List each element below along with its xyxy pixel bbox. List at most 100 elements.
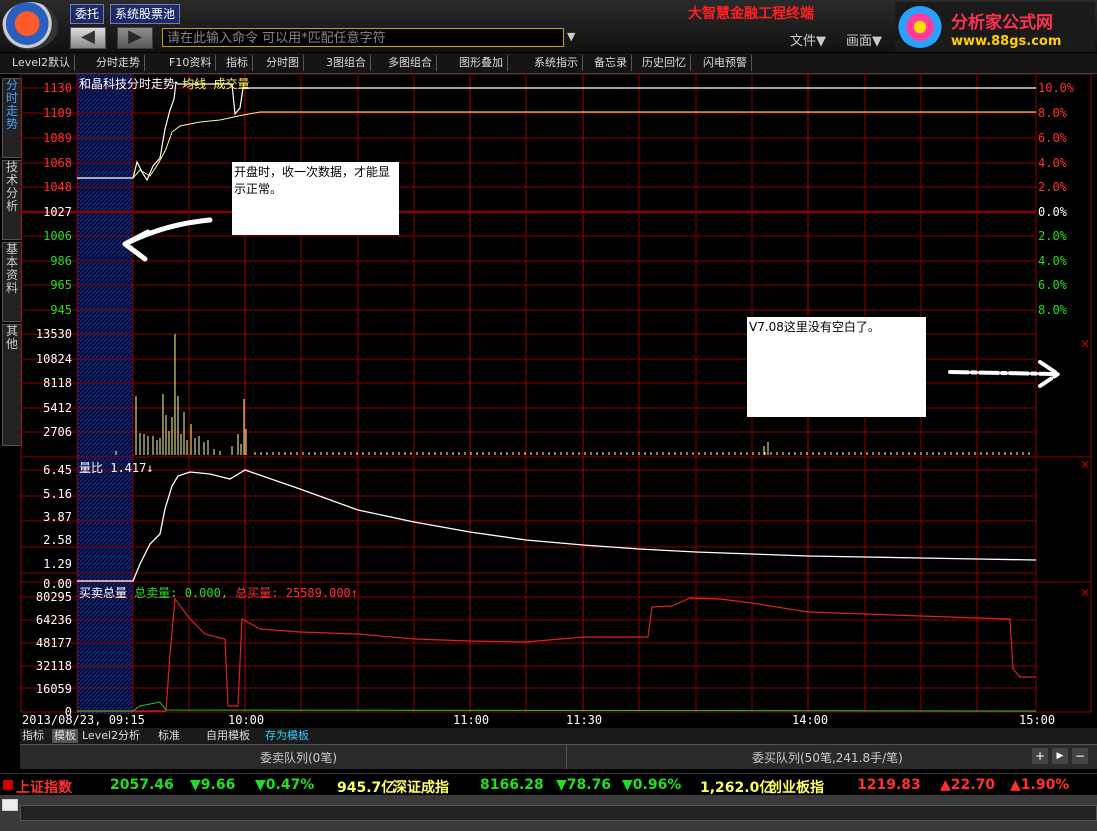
btab-save-template[interactable]: 存为模板 <box>265 729 309 743</box>
price-tick: 965 <box>50 278 72 292</box>
price-tick: 1068 <box>43 156 72 170</box>
avg-label: 均线 <box>182 77 207 91</box>
tb-timeshare[interactable]: 分时走势 <box>92 55 145 71</box>
percent-tick: 10.0% <box>1038 81 1075 95</box>
price-tick: 1006 <box>43 229 72 243</box>
price-tick: 1048 <box>43 180 72 194</box>
price-tick: 1027 <box>43 205 72 219</box>
ratio-close-icon[interactable]: ✕ <box>1080 458 1090 472</box>
tb-3-chart[interactable]: 3图组合 <box>322 55 371 71</box>
vol-label: 成交量 <box>213 77 250 91</box>
percent-tick: 6.0% <box>1038 131 1067 145</box>
tb-f10[interactable]: F10资料 <box>165 55 217 71</box>
btab-standard[interactable]: 标准 <box>158 729 180 743</box>
price-tick: 986 <box>50 254 72 268</box>
percent-tick: 2.0% <box>1038 229 1067 243</box>
price-panel-title: 和晶科技分时走势 均线 成交量 <box>79 75 250 92</box>
screen-menu[interactable]: 画面▼ <box>846 30 882 49</box>
ratio-tick: 0.00 <box>43 577 72 591</box>
cy-index-value: 1219.83 <box>857 777 921 793</box>
command-dropdown-icon[interactable]: ▼ <box>567 30 575 43</box>
minus-icon[interactable]: − <box>1072 748 1088 764</box>
mail-icon[interactable] <box>2 799 18 811</box>
sh-index-name[interactable]: 上证指数 <box>16 777 72 797</box>
plus-icon[interactable]: + <box>1032 748 1048 764</box>
buysell-panel-title: 买卖总量 总卖量: 0.000, 总买量: 25589.000↑ <box>79 584 358 601</box>
percent-tick: 2.0% <box>1038 180 1067 194</box>
total-sell-line <box>77 701 1037 712</box>
ad-title: 分析家公式网 <box>951 13 1053 33</box>
message-strip <box>20 805 1097 821</box>
tb-flash-alert[interactable]: 闪电预警 <box>699 55 752 71</box>
percent-tick: 8.0% <box>1038 106 1067 120</box>
tb-indicator[interactable]: 指标 <box>222 55 253 71</box>
tb-history[interactable]: 历史回忆 <box>638 55 691 71</box>
volume-tick: 5412 <box>43 401 72 415</box>
average-price-line <box>77 111 1036 179</box>
time-label-1400: 14:00 <box>792 713 829 727</box>
stock-pool-button[interactable]: 系统股票池 <box>110 4 181 24</box>
premarket-shade <box>77 74 133 714</box>
sell-queue-label[interactable]: 委卖队列(0笔) <box>260 749 337 766</box>
btab-custom[interactable]: 自用模板 <box>206 729 250 743</box>
btab-template[interactable]: 模板 <box>52 729 78 743</box>
price-tick: 945 <box>50 303 72 317</box>
price-tick: 1089 <box>43 131 72 145</box>
status-bar <box>0 795 1097 831</box>
terminal-title: 大智慧金融工程终端 <box>688 6 814 22</box>
index-ticker: 上证指数 2057.46 ▼9.66 ▼0.47% 945.7亿 深证成指 81… <box>0 773 1097 796</box>
entrust-button[interactable]: 委托 <box>70 4 105 24</box>
buysell-tick: 64236 <box>35 613 72 627</box>
btab-indicator[interactable]: 指标 <box>22 729 44 743</box>
note-open-data: 开盘时，收一次数据，才能显示正常。 <box>232 162 399 235</box>
tb-timeshare-chart[interactable]: 分时图 <box>262 55 304 71</box>
btab-level2[interactable]: Level2分析 <box>82 729 140 743</box>
stock-title: 和晶科技分时走势 <box>79 77 176 91</box>
app-logo[interactable] <box>2 2 58 50</box>
note-v708: V7.08这里没有空白了。 <box>747 317 926 417</box>
tb-system-indicator[interactable]: 系统指示 <box>530 55 583 71</box>
volume-close-icon[interactable]: ✕ <box>1080 337 1090 351</box>
percent-tick: 8.0% <box>1038 303 1067 317</box>
sz-index-change: ▼78.76 <box>556 777 612 793</box>
sh-index-change: ▼9.66 <box>190 777 236 793</box>
time-label-1100: 11:00 <box>453 713 490 727</box>
total-sell-label: 总卖量: 0.000, <box>134 586 229 600</box>
percent-tick: 6.0% <box>1038 278 1067 292</box>
percent-tick: 4.0% <box>1038 254 1067 268</box>
time-label-1130: 11:30 <box>566 713 603 727</box>
buysell-close-icon[interactable]: ✕ <box>1080 586 1090 600</box>
volume-tick: 13530 <box>35 327 72 341</box>
sz-index-value: 8166.28 <box>480 777 544 793</box>
command-input[interactable]: 请在此输入命令 可以用*匹配任意字符 <box>162 28 564 47</box>
cy-index-change: ▲22.70 <box>940 777 996 793</box>
cy-index-pct: ▲1.90% <box>1010 777 1070 793</box>
percent-tick: 4.0% <box>1038 156 1067 170</box>
toolbar: Level2默认 分时走势 F10资料 指标 分时图 3图组合 多图组合 图形叠… <box>0 53 1097 74</box>
forward-button[interactable]: ▶ <box>117 27 153 49</box>
tb-overlay[interactable]: 图形叠加 <box>455 55 508 71</box>
tb-level2-default[interactable]: Level2默认 <box>8 55 76 71</box>
tb-multi-chart[interactable]: 多图组合 <box>384 55 437 71</box>
buy-queue-label[interactable]: 委买队列(50笔,241.8手/笔) <box>752 749 903 766</box>
buysell-tick: 80295 <box>35 590 72 604</box>
back-button[interactable]: ◀ <box>70 27 106 49</box>
ad-banner[interactable]: 分析家公式网 www.88gs.com <box>895 2 1095 52</box>
file-menu[interactable]: 文件▼ <box>790 30 826 49</box>
chart-area <box>20 74 1092 714</box>
order-queues: 委卖队列(0笔) 委买队列(50笔,241.8手/笔) + ▶ − <box>20 744 1097 769</box>
time-axis-date: 2013/08/23, 09:15 <box>22 713 145 727</box>
buysell-panel <box>20 581 1092 713</box>
ratio-tick: 5.16 <box>43 487 72 501</box>
top-bar: 委托 系统股票池 ◀ ▶ 请在此输入命令 可以用*匹配任意字符 ▼ 大智慧金融工… <box>0 0 1097 52</box>
tb-memo[interactable]: 备忘录 <box>590 55 632 71</box>
time-label-1500: 15:00 <box>1019 713 1056 727</box>
price-line <box>77 80 1036 182</box>
play-icon[interactable]: ▶ <box>1052 748 1068 764</box>
buysell-tick: 16059 <box>35 682 72 696</box>
back-arrow-icon: ◀ <box>81 26 95 47</box>
cy-index-name[interactable]: 创业板指 <box>768 777 824 797</box>
ratio-tick: 1.29 <box>43 557 72 571</box>
sz-index-name[interactable]: 深证成指 <box>393 777 449 797</box>
price-tick: 1109 <box>43 106 72 120</box>
